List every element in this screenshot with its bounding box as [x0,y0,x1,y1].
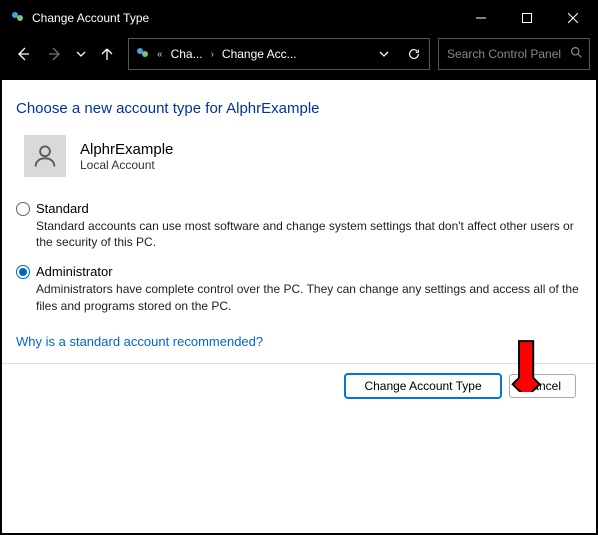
option-standard[interactable]: Standard Standard accounts can use most … [16,201,582,250]
forward-button[interactable] [40,39,70,69]
option-administrator-desc: Administrators have complete control ove… [16,281,582,313]
address-bar[interactable]: « Cha... › Change Acc... [128,38,430,70]
refresh-button[interactable] [399,39,429,69]
up-button[interactable] [92,39,122,69]
address-dropdown-button[interactable] [369,39,399,69]
user-name: AlphrExample [80,141,173,158]
chevron-left-icon: « [153,49,167,60]
maximize-button[interactable] [504,2,550,34]
navbar: « Cha... › Change Acc... [2,34,596,80]
divider [2,363,596,364]
radio-administrator[interactable] [16,265,30,279]
window-title: Change Account Type [28,11,458,25]
option-standard-desc: Standard accounts can use most software … [16,218,582,250]
chevron-right-icon: › [207,49,218,60]
address-icon [129,46,153,62]
app-icon [2,10,28,26]
button-row: Change Account Type Cancel [16,374,582,398]
back-button[interactable] [8,39,38,69]
search-icon [570,46,583,62]
search-input[interactable] [439,47,589,61]
radio-standard[interactable] [16,202,30,216]
breadcrumb-seg1[interactable]: Cha... [167,39,207,69]
close-button[interactable] [550,2,596,34]
page-heading: Choose a new account type for AlphrExamp… [16,100,582,117]
option-administrator-label: Administrator [36,264,113,279]
option-standard-label: Standard [36,201,89,216]
avatar [24,135,66,177]
option-administrator[interactable]: Administrator Administrators have comple… [16,264,582,313]
minimize-button[interactable] [458,2,504,34]
breadcrumb-seg2[interactable]: Change Acc... [218,39,301,69]
titlebar: Change Account Type [2,2,596,34]
change-account-type-button[interactable]: Change Account Type [345,374,500,398]
user-subtitle: Local Account [80,158,173,172]
search-box[interactable] [438,38,590,70]
content-area: Choose a new account type for AlphrExamp… [2,80,596,398]
help-link[interactable]: Why is a standard account recommended? [16,334,263,349]
account-type-options: Standard Standard accounts can use most … [16,201,582,314]
recent-dropdown-button[interactable] [72,39,90,69]
user-block: AlphrExample Local Account [16,135,582,177]
cancel-button[interactable]: Cancel [509,374,576,398]
